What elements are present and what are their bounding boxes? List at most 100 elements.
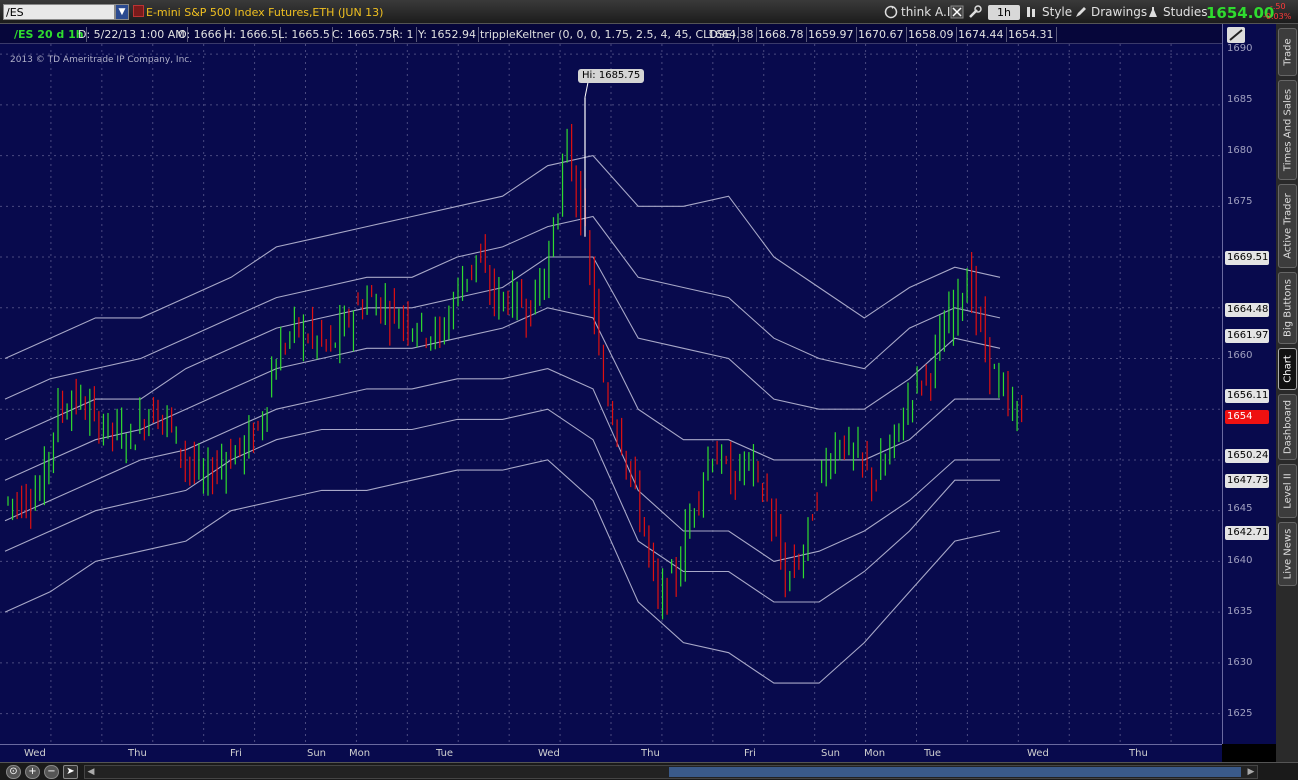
expand-chart-button[interactable] [1227, 27, 1245, 43]
x-tick-label: Wed [1027, 748, 1049, 759]
x-tick-label: Sun [821, 748, 841, 759]
tab-level-ii[interactable]: Level II [1278, 464, 1297, 518]
symbol-dropdown-button[interactable]: ▼ [115, 4, 129, 20]
high-value: H: 1666.5 [222, 27, 281, 42]
keltner-band-line [4, 368, 1000, 562]
tab-label: Live News [1282, 528, 1293, 580]
x-tick-label: Mon [349, 748, 371, 759]
chart-scrollbar[interactable]: ◀ ▶ [84, 765, 1258, 779]
refresh-icon [884, 5, 898, 19]
x-tick-label: Fri [230, 748, 242, 759]
time-axis[interactable]: Wed Thu Fri Sun Mon Tue Wed Thu Fri Sun … [0, 744, 1222, 762]
scrollbar-thumb[interactable] [669, 767, 1241, 777]
expand-icon [1229, 29, 1243, 41]
open-value: O: 1666 [176, 27, 225, 42]
pointer-button[interactable]: ➤ [63, 765, 78, 779]
drawings-label: Drawings [1091, 5, 1148, 19]
price-axis[interactable] [1222, 24, 1276, 744]
x-tick-label: Tue [924, 748, 942, 759]
pencil-icon [1076, 7, 1086, 17]
chart-header: /ES 20 d 1h D: 5/22/13 1:00 AM O: 1666 H… [0, 24, 1222, 44]
drawings-button[interactable]: Drawings [1074, 3, 1147, 21]
x-tick-label: Wed [538, 748, 560, 759]
study-value: 1674.44 [956, 27, 1007, 42]
fit-icon: ⊙ [9, 766, 18, 777]
x-tick-label: Wed [24, 748, 46, 759]
wrench-icon [969, 5, 982, 18]
zoom-out-button[interactable]: − [44, 765, 59, 779]
scroll-left-icon[interactable]: ◀ [85, 766, 97, 778]
tab-big-buttons[interactable]: Big Buttons [1278, 272, 1297, 344]
value-badge: 1656.11 [1225, 389, 1269, 403]
flag-icon[interactable] [133, 5, 144, 17]
value-badge: 1642.71 [1225, 526, 1269, 540]
keltner-band-line [4, 307, 1000, 481]
chart-plot[interactable] [0, 44, 1222, 744]
x-tick-label: Tue [436, 748, 454, 759]
tab-label: Dashboard [1282, 399, 1293, 455]
think-ai-button[interactable]: think A.I. [884, 3, 954, 21]
study-value: 1659.97 [806, 27, 857, 42]
keltner-band-line [4, 215, 1001, 400]
x-tick-label: Fri [744, 748, 756, 759]
low-value: L: 1665.5 [276, 27, 333, 42]
studies-label: Studies [1163, 5, 1208, 19]
right-sidebar: Trade Times And Sales Active Trader Big … [1276, 24, 1298, 762]
scroll-right-icon[interactable]: ▶ [1245, 766, 1257, 778]
y-tick-label: 1685 [1227, 94, 1253, 105]
style-button[interactable]: Style [1025, 3, 1072, 21]
cursor-icon: ➤ [66, 766, 75, 777]
tab-active-trader[interactable]: Active Trader [1278, 184, 1297, 268]
tab-label: Level II [1282, 473, 1293, 509]
bar-date: D: 5/22/13 1:00 AM [76, 27, 188, 42]
symbol-input[interactable]: /ES [3, 4, 115, 20]
zoom-out-icon: − [47, 766, 56, 777]
tab-label: Trade [1282, 38, 1293, 66]
style-grid-icon [1027, 7, 1035, 17]
zoom-fit-button[interactable]: ⊙ [6, 765, 21, 779]
value-badge: 1650.24 [1225, 449, 1269, 463]
zoom-in-icon: + [28, 766, 37, 777]
style-label: Style [1042, 5, 1073, 19]
tab-times-and-sales[interactable]: Times And Sales [1278, 80, 1297, 180]
x-tick-label: Thu [1129, 748, 1148, 759]
study-value: 1658.09 [906, 27, 957, 42]
tab-label: Active Trader [1282, 193, 1293, 259]
y-tick-label: 1680 [1227, 145, 1253, 156]
value-badge: 1647.73 [1225, 474, 1269, 488]
time-period-selector[interactable]: 1h [988, 5, 1020, 20]
settings-button[interactable] [968, 3, 985, 21]
percent-change: -0.03% [1263, 12, 1292, 21]
y-tick-label: 1635 [1227, 606, 1253, 617]
study-value: 1664.38 [706, 27, 757, 42]
value-badge: 1669.51 [1225, 251, 1269, 265]
tab-trade[interactable]: Trade [1278, 28, 1297, 76]
tab-chart[interactable]: Chart [1278, 348, 1297, 390]
symbol-description: E-mini S&P 500 Index Futures,ETH (JUN 13… [146, 6, 384, 19]
net-change: -.50 [1270, 2, 1286, 11]
x-tick-label: Sun [307, 748, 327, 759]
study-value: 1668.78 [756, 27, 807, 42]
tab-label: Times And Sales [1282, 88, 1293, 172]
zoom-in-button[interactable]: + [25, 765, 40, 779]
study-value: 1670.67 [856, 27, 907, 42]
x-tick-label: Thu [641, 748, 660, 759]
think-ai-label: think A.I. [901, 5, 955, 19]
x-tick-label: Mon [864, 748, 886, 759]
price-chart[interactable] [0, 44, 1222, 744]
keltner-band-line [4, 408, 1000, 603]
last-price-badge: 1654 [1225, 410, 1269, 424]
high-bubble: Hi: 1685.75 [578, 69, 645, 83]
tab-label: Big Buttons [1282, 279, 1293, 337]
toolbar: /ES ▼ E-mini S&P 500 Index Futures,ETH (… [0, 0, 1298, 24]
crosshair-button[interactable] [950, 3, 967, 21]
crosshair-icon [950, 5, 964, 19]
y-tick-label: 1640 [1227, 555, 1253, 566]
tab-dashboard[interactable]: Dashboard [1278, 394, 1297, 460]
studies-button[interactable]: Studies [1146, 3, 1208, 21]
y-tick-label: 1675 [1227, 196, 1253, 207]
study-label[interactable]: trippleKeltner (0, 0, 0, 1.75, 2.5, 4, 4… [478, 27, 739, 42]
tab-live-news[interactable]: Live News [1278, 522, 1297, 586]
y-tick-label: 1630 [1227, 657, 1253, 668]
bottom-toolbar: ⊙ + − ➤ ◀ ▶ [0, 762, 1298, 780]
